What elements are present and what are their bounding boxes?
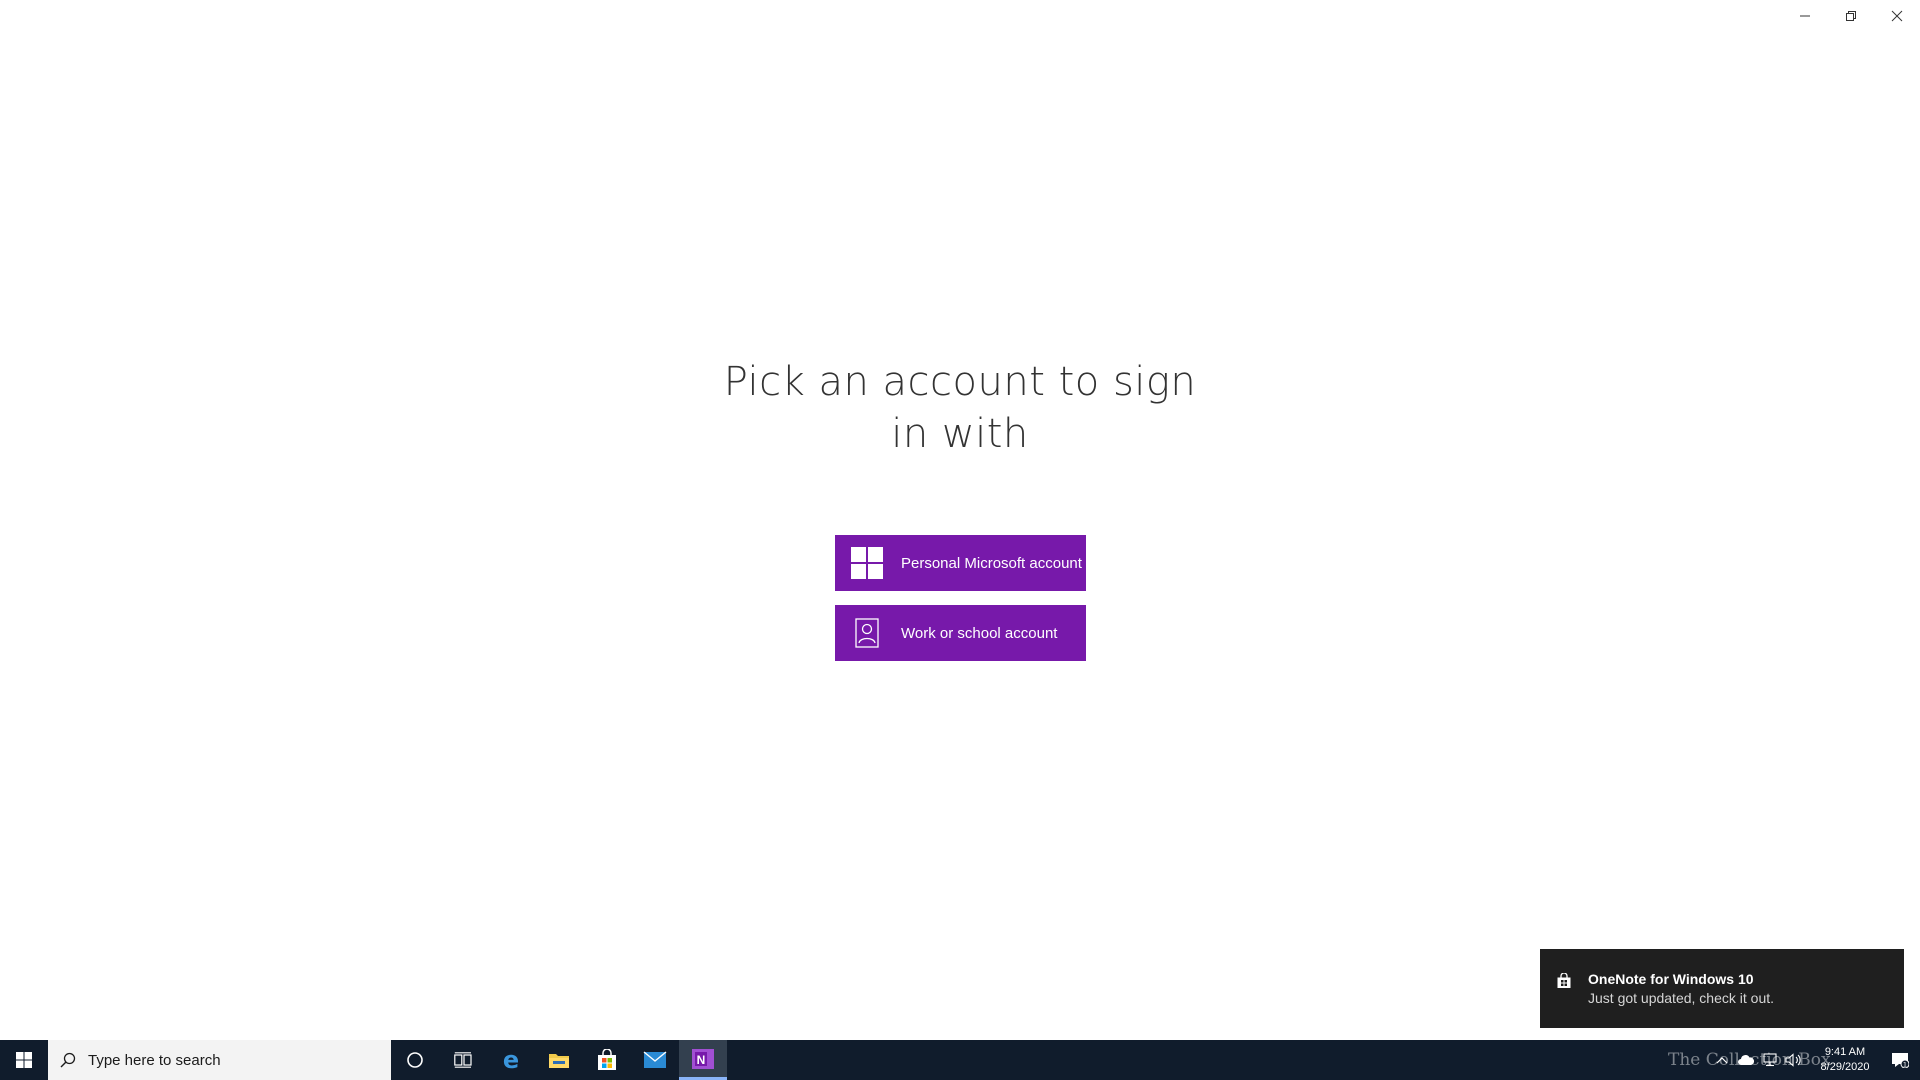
store-button[interactable]	[583, 1040, 631, 1080]
mail-button[interactable]	[631, 1040, 679, 1080]
store-icon	[598, 1049, 616, 1070]
notification-count: 1	[1903, 1061, 1907, 1069]
cortana-icon	[407, 1052, 423, 1068]
task-view-icon	[454, 1052, 472, 1068]
toast-body: Just got updated, check it out.	[1588, 990, 1775, 1006]
network-icon	[1763, 1053, 1777, 1067]
show-hidden-icons-button[interactable]	[1710, 1040, 1734, 1080]
onenote-button[interactable]: N	[679, 1040, 727, 1080]
notification-icon: 1	[1892, 1053, 1909, 1069]
onenote-icon: N	[692, 1048, 714, 1069]
windows-start-icon	[16, 1052, 32, 1068]
speaker-icon	[1785, 1053, 1801, 1067]
clock-date: 8/29/2020	[1820, 1061, 1870, 1073]
task-view-button[interactable]	[439, 1040, 487, 1080]
system-tray: The Collection Box 9:41 AM 8/29/2020	[1668, 1040, 1920, 1080]
work-account-button[interactable]: Work or school account	[835, 605, 1086, 661]
restore-icon	[1846, 11, 1856, 21]
file-explorer-button[interactable]	[535, 1040, 583, 1080]
mail-icon	[643, 1051, 667, 1068]
onedrive-button[interactable]	[1734, 1040, 1758, 1080]
clock-time: 9:41 AM	[1824, 1046, 1866, 1058]
start-button[interactable]	[0, 1040, 48, 1080]
minimize-icon	[1800, 15, 1810, 17]
windows-logo-icon	[851, 547, 883, 579]
edge-icon: e	[503, 1049, 519, 1071]
network-button[interactable]	[1758, 1040, 1782, 1080]
personal-account-label: Personal Microsoft account	[901, 554, 1082, 572]
search-icon	[60, 1052, 76, 1068]
svg-text:N: N	[697, 1053, 706, 1067]
update-toast-notification[interactable]: OneNote for Windows 10 Just got updated,…	[1540, 949, 1904, 1028]
volume-button[interactable]	[1782, 1040, 1806, 1080]
taskbar-clock[interactable]: 9:41 AM 8/29/2020	[1810, 1045, 1880, 1075]
chevron-up-icon	[1716, 1057, 1728, 1064]
toast-title: OneNote for Windows 10	[1588, 971, 1754, 987]
window-caption-buttons	[1782, 0, 1920, 32]
edge-button[interactable]: e	[487, 1040, 535, 1080]
taskbar-search-box[interactable]: Type here to search	[48, 1040, 391, 1080]
person-badge-icon	[851, 617, 883, 649]
cortana-button[interactable]	[391, 1040, 439, 1080]
personal-account-button[interactable]: Personal Microsoft account	[835, 535, 1086, 591]
cloud-icon	[1738, 1055, 1755, 1065]
svg-text:e: e	[503, 1049, 519, 1071]
close-button[interactable]	[1874, 0, 1920, 32]
restore-button[interactable]	[1828, 0, 1874, 32]
signin-heading: Pick an account to sign in with	[723, 359, 1197, 457]
minimize-button[interactable]	[1782, 0, 1828, 32]
taskbar: Type here to search e N The Box 9:41 AM …	[0, 1040, 1920, 1080]
action-center-button[interactable]: 1	[1880, 1040, 1920, 1080]
store-bag-icon	[1557, 973, 1571, 988]
close-icon	[1891, 10, 1903, 22]
work-account-label: Work or school account	[901, 624, 1058, 642]
file-explorer-icon	[549, 1054, 569, 1068]
search-placeholder: Type here to search	[88, 1051, 221, 1069]
